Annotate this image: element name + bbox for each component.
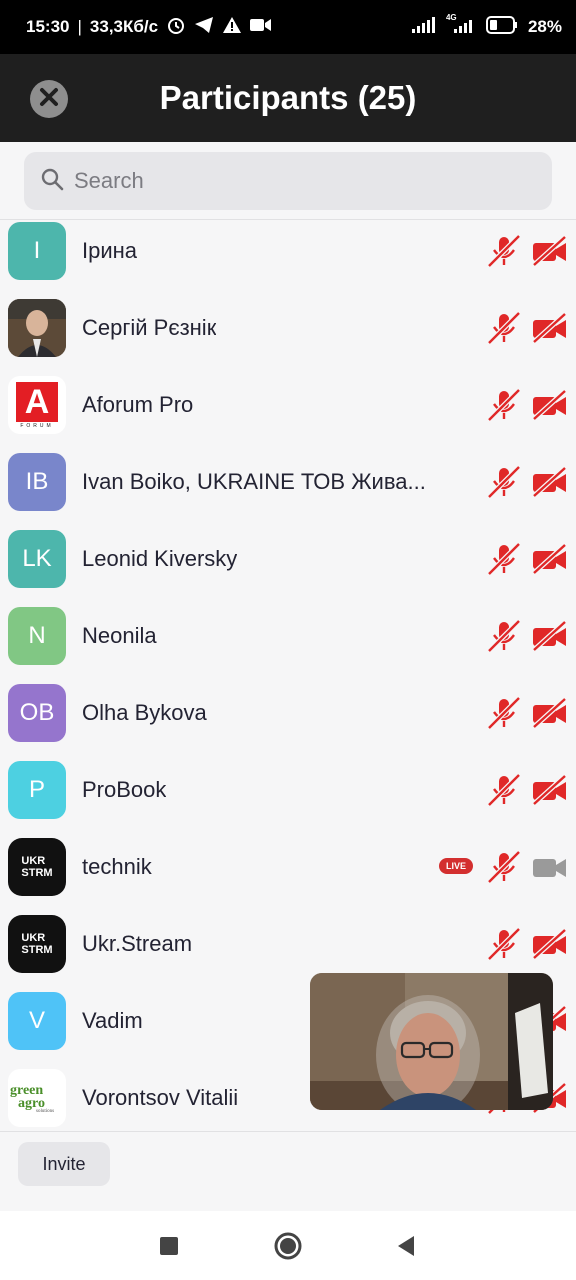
floating-video-preview[interactable]: [310, 973, 553, 1110]
status-divider: |: [77, 17, 82, 36]
telegram-icon: [194, 16, 214, 39]
close-icon: [39, 87, 59, 112]
page-title: Participants (25): [159, 79, 417, 116]
video-off-icon[interactable]: [532, 466, 568, 498]
participant-row[interactable]: Сергій Рєзнік: [0, 298, 576, 375]
search-input[interactable]: [74, 168, 514, 194]
system-nav-bar: [0, 1211, 576, 1280]
battery-icon: [485, 15, 518, 39]
video-off-icon[interactable]: [532, 543, 568, 575]
participant-name: Ірина: [82, 238, 138, 263]
participant-row[interactable]: N Neonila: [0, 606, 576, 683]
live-badge: LIVE: [439, 858, 473, 874]
video-off-icon[interactable]: [532, 928, 568, 960]
signal-4g-icon: 4G: [446, 13, 476, 38]
video-on-icon[interactable]: [532, 851, 568, 883]
avatar-logo: UKR STRM: [8, 915, 66, 973]
mic-muted-icon[interactable]: [486, 618, 522, 654]
participant-name: ProBook: [82, 777, 167, 802]
participant-name: Vadim: [82, 1008, 143, 1033]
home-button[interactable]: [274, 1232, 302, 1265]
participant-row[interactable]: A FORUM Aforum Pro: [0, 375, 576, 452]
mic-muted-icon[interactable]: [486, 695, 522, 731]
mic-muted-icon[interactable]: [486, 849, 522, 885]
mic-muted-icon[interactable]: [486, 464, 522, 500]
participant-row[interactable]: OB Olha Bykova: [0, 683, 576, 760]
participant-row[interactable]: LK Leonid Kiversky: [0, 529, 576, 606]
video-off-icon[interactable]: [532, 235, 568, 267]
mic-muted-icon[interactable]: [486, 310, 522, 346]
participant-row[interactable]: I Ірина: [0, 221, 576, 298]
greenagro-logo: green agro solutions: [10, 1083, 55, 1114]
mic-muted-icon[interactable]: [486, 541, 522, 577]
avatar-logo: green agro solutions: [8, 1069, 66, 1127]
video-off-icon[interactable]: [532, 697, 568, 729]
warning-icon: [222, 16, 242, 39]
participant-name: technik: [82, 854, 152, 879]
avatar: IB: [8, 453, 66, 511]
avatar-logo: UKR STRM: [8, 838, 66, 896]
battery-level: 28%: [527, 17, 562, 36]
avatar: N: [8, 607, 66, 665]
participant-row[interactable]: P ProBook: [0, 760, 576, 837]
avatar: OB: [8, 684, 66, 742]
header: Participants (25): [0, 54, 576, 142]
participant-name: Ivan Boiko, UKRAINE ТОВ Жива...: [82, 469, 426, 494]
participant-name: Ukr.Stream: [82, 931, 193, 956]
participant-name: Leonid Kiversky: [82, 546, 238, 571]
participant-name: Сергій Рєзнік: [82, 315, 217, 340]
video-off-icon[interactable]: [532, 389, 568, 421]
status-bar: 15:30 | 33,3Кб/с 4G 28%: [0, 0, 576, 54]
avatar: I: [8, 222, 66, 280]
avatar-logo: A FORUM: [8, 376, 66, 434]
ukrstrm-logo: UKR STRM: [21, 855, 53, 879]
avatar: LK: [8, 530, 66, 588]
mic-muted-icon[interactable]: [486, 772, 522, 808]
participant-row[interactable]: IB Ivan Boiko, UKRAINE ТОВ Жива...: [0, 452, 576, 529]
network-type: 4G: [445, 12, 457, 22]
video-camera-icon: [250, 17, 272, 37]
participant-name: Olha Bykova: [82, 700, 207, 725]
invite-button[interactable]: Invite: [18, 1142, 110, 1186]
back-button[interactable]: [396, 1235, 416, 1262]
aforum-logo: A FORUM: [8, 376, 66, 434]
mic-muted-icon[interactable]: [486, 387, 522, 423]
signal-icon: [411, 16, 436, 38]
video-off-icon[interactable]: [532, 312, 568, 344]
status-speed: 33,3Кб/с: [89, 17, 159, 36]
search-icon: [40, 167, 64, 196]
alarm-icon: [166, 15, 186, 40]
mic-muted-icon[interactable]: [486, 926, 522, 962]
status-time: 15:30: [26, 17, 70, 36]
search-box[interactable]: [24, 152, 552, 210]
avatar: V: [8, 992, 66, 1050]
footer: Invite: [0, 1131, 576, 1211]
participant-row[interactable]: UKR STRM technik LIVE: [0, 837, 576, 914]
participant-name: Neonila: [82, 623, 157, 648]
video-off-icon[interactable]: [532, 774, 568, 806]
close-button[interactable]: [30, 80, 68, 118]
participant-name: Vorontsov Vitalii: [82, 1085, 239, 1110]
participant-name: Aforum Pro: [82, 392, 194, 417]
search-bar: [0, 142, 576, 220]
avatar-photo: [8, 299, 66, 357]
ukrstrm-logo: UKR STRM: [21, 932, 53, 956]
avatar: P: [8, 761, 66, 819]
mic-muted-icon[interactable]: [486, 233, 522, 269]
video-off-icon[interactable]: [532, 620, 568, 652]
recents-button[interactable]: [160, 1237, 178, 1260]
